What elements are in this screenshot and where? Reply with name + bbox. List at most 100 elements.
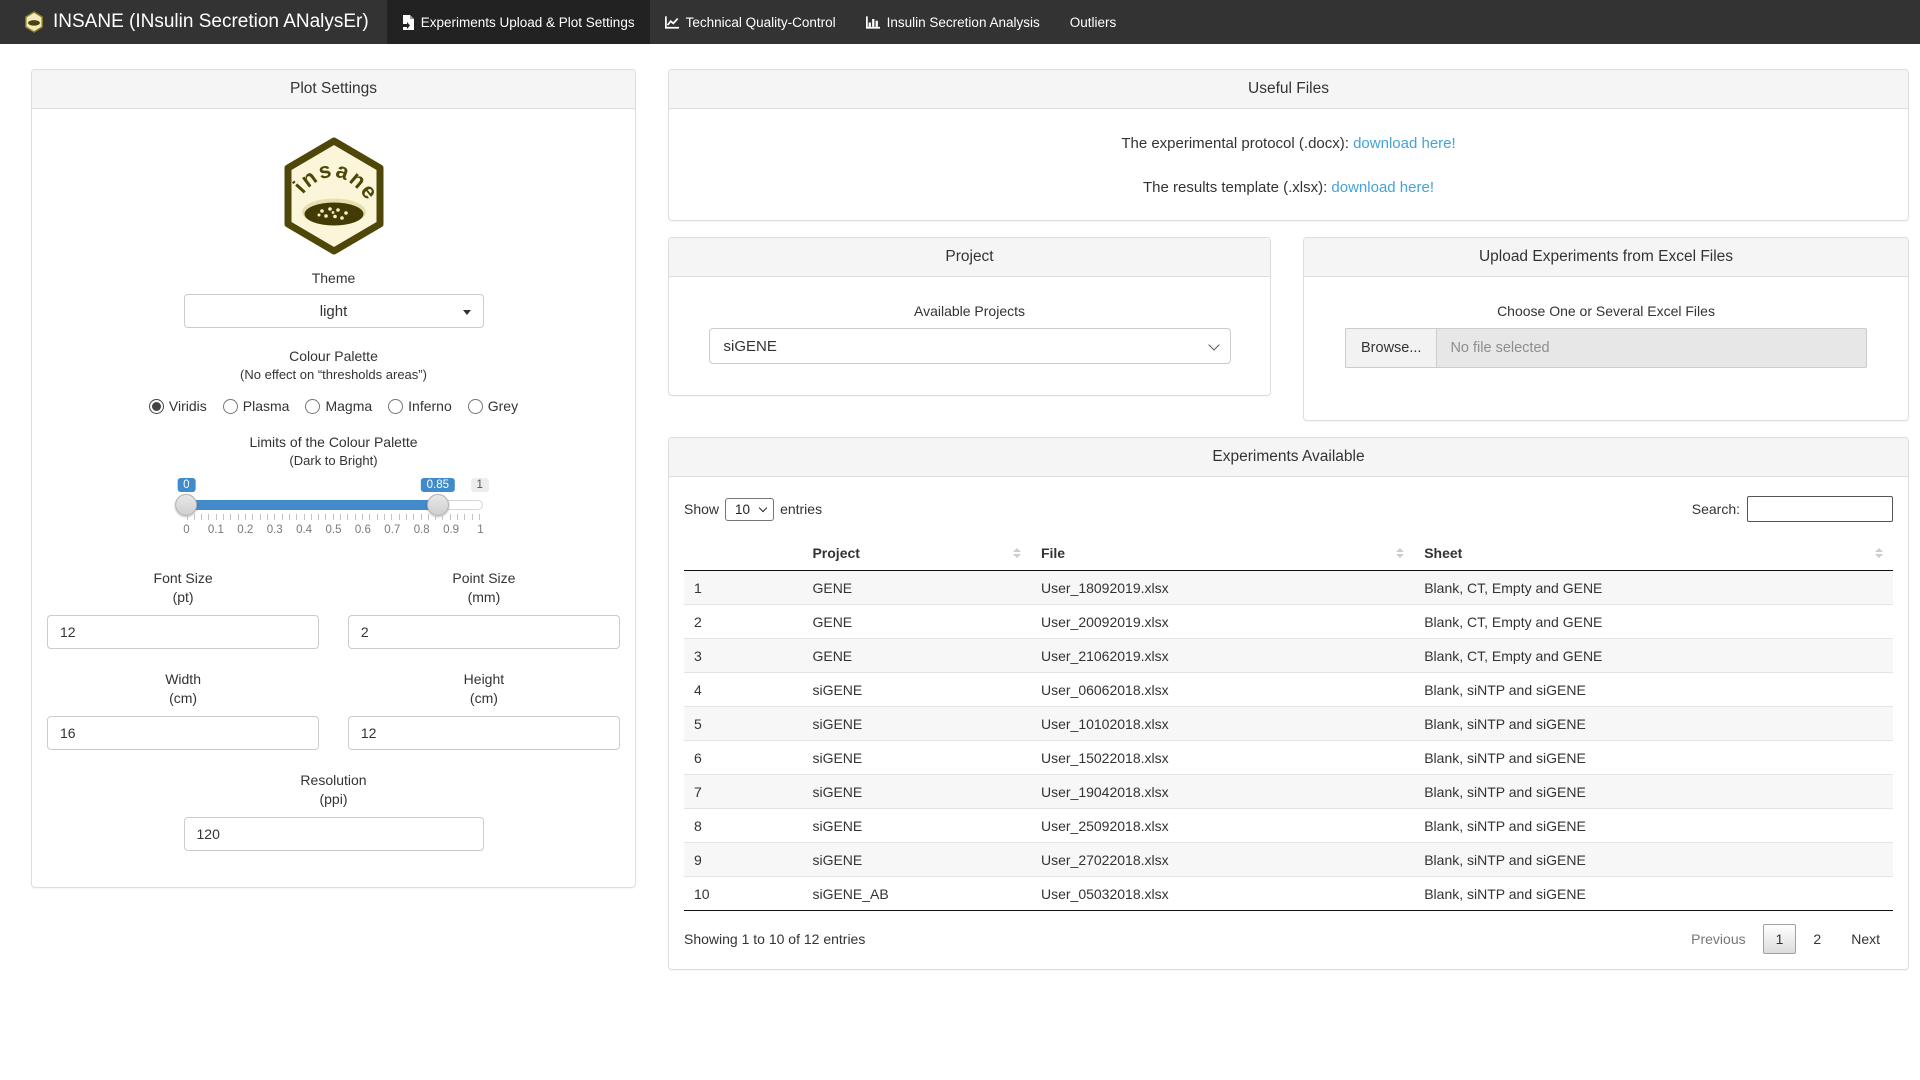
table-row[interactable]: 1GENEUser_18092019.xlsxBlank, CT, Empty … xyxy=(684,571,1893,605)
row-index-cell: 6 xyxy=(684,741,802,775)
font-size-field: Font Size (pt) xyxy=(47,570,319,649)
slider-max-value: 1 xyxy=(471,478,489,492)
header-index[interactable] xyxy=(684,536,802,571)
file-cell: User_15022018.xlsx xyxy=(1031,741,1414,775)
sort-icon xyxy=(1875,548,1883,558)
slider-tick-label: 0.8 xyxy=(414,524,430,536)
search-input[interactable] xyxy=(1747,496,1893,522)
caret-down-icon xyxy=(463,310,471,315)
resolution-unit: (ppi) xyxy=(184,791,484,807)
tab-technical-qc[interactable]: Technical Quality-Control xyxy=(650,0,851,44)
tab-outliers[interactable]: Outliers xyxy=(1055,0,1132,44)
page-2-button[interactable]: 2 xyxy=(1800,924,1834,954)
slider-tick-label: 0.5 xyxy=(326,524,342,536)
radio-grey[interactable]: Grey xyxy=(468,398,518,414)
theme-value: light xyxy=(320,303,348,320)
field-row-2: Width (cm) Height (cm) xyxy=(47,671,620,750)
row-index-cell: 3 xyxy=(684,639,802,673)
file-cell: User_10102018.xlsx xyxy=(1031,707,1414,741)
height-unit: (cm) xyxy=(348,690,620,706)
table-row[interactable]: 4siGENEUser_06062018.xlsxBlank, siNTP an… xyxy=(684,673,1893,707)
header-sheet-label: Sheet xyxy=(1424,545,1462,561)
table-row[interactable]: 9siGENEUser_27022018.xlsxBlank, siNTP an… xyxy=(684,843,1893,877)
limits-label: Limits of the Colour Palette xyxy=(47,434,620,450)
slider-tick-label: 1 xyxy=(477,524,483,536)
page-1-button[interactable]: 1 xyxy=(1763,924,1797,954)
previous-page-button[interactable]: Previous xyxy=(1678,924,1758,954)
table-row[interactable]: 8siGENEUser_25092018.xlsxBlank, siNTP an… xyxy=(684,809,1893,843)
sheet-cell: Blank, siNTP and siGENE xyxy=(1414,843,1893,877)
table-row[interactable]: 10siGENE_ABUser_05032018.xlsxBlank, siNT… xyxy=(684,877,1893,911)
header-project[interactable]: Project xyxy=(802,536,1031,571)
entries-label: entries xyxy=(780,501,822,517)
next-page-button[interactable]: Next xyxy=(1838,924,1893,954)
tab-insulin-analysis[interactable]: Insulin Secretion Analysis xyxy=(851,0,1055,44)
radio-viridis-input[interactable] xyxy=(149,399,164,414)
radio-label: Grey xyxy=(488,398,518,414)
template-line: The results template (.xlsx): download h… xyxy=(684,179,1893,196)
slider-tick-label: 0.6 xyxy=(355,524,371,536)
slider-handle-from[interactable] xyxy=(175,494,197,516)
table-search: Search: xyxy=(1692,496,1893,522)
row-index-cell: 10 xyxy=(684,877,802,911)
file-cell: User_06062018.xlsx xyxy=(1031,673,1414,707)
resolution-input[interactable] xyxy=(184,817,484,851)
tab-label: Insulin Secretion Analysis xyxy=(887,15,1040,30)
file-cell: User_19042018.xlsx xyxy=(1031,775,1414,809)
experiments-table: Project File Sheet xyxy=(684,536,1893,911)
project-select[interactable]: siGENE xyxy=(709,328,1231,364)
protocol-download-link[interactable]: download here! xyxy=(1353,135,1456,152)
width-unit: (cm) xyxy=(47,690,319,706)
table-controls: Show 10 entries Search: xyxy=(684,496,1893,522)
height-field: Height (cm) xyxy=(348,671,620,750)
file-cell: User_20092019.xlsx xyxy=(1031,605,1414,639)
upload-title: Upload Experiments from Excel Files xyxy=(1304,238,1908,277)
plot-settings-title: Plot Settings xyxy=(32,70,635,109)
radio-inferno-input[interactable] xyxy=(388,399,403,414)
font-size-input[interactable] xyxy=(47,615,319,649)
radio-magma-input[interactable] xyxy=(305,399,320,414)
tab-experiments-upload[interactable]: Experiments Upload & Plot Settings xyxy=(387,0,650,44)
height-input[interactable] xyxy=(348,716,620,750)
browse-button[interactable]: Browse... xyxy=(1346,329,1437,367)
protocol-line: The experimental protocol (.docx): downl… xyxy=(684,135,1893,152)
palette-radio-group: Viridis Plasma Magma Inferno xyxy=(47,398,620,414)
project-cell: siGENE_AB xyxy=(802,877,1031,911)
slider-to-value: 0.85 xyxy=(421,478,455,492)
radio-plasma-input[interactable] xyxy=(223,399,238,414)
header-sheet[interactable]: Sheet xyxy=(1414,536,1893,571)
font-size-label: Font Size xyxy=(47,570,319,586)
table-row[interactable]: 5siGENEUser_10102018.xlsxBlank, siNTP an… xyxy=(684,707,1893,741)
header-file[interactable]: File xyxy=(1031,536,1414,571)
point-size-input[interactable] xyxy=(348,615,620,649)
useful-files-panel: Useful Files The experimental protocol (… xyxy=(668,69,1909,221)
radio-viridis[interactable]: Viridis xyxy=(149,398,207,414)
radio-grey-input[interactable] xyxy=(468,399,483,414)
table-row[interactable]: 6siGENEUser_15022018.xlsxBlank, siNTP an… xyxy=(684,741,1893,775)
template-text: The results template (.xlsx): xyxy=(1143,179,1331,196)
table-row[interactable]: 3GENEUser_21062019.xlsxBlank, CT, Empty … xyxy=(684,639,1893,673)
slider-handle-to[interactable] xyxy=(427,494,449,516)
template-download-link[interactable]: download here! xyxy=(1331,179,1434,196)
table-row[interactable]: 7siGENEUser_19042018.xlsxBlank, siNTP an… xyxy=(684,775,1893,809)
file-cell: User_21062019.xlsx xyxy=(1031,639,1414,673)
row-index-cell: 7 xyxy=(684,775,802,809)
theme-label: Theme xyxy=(47,270,620,286)
radio-magma[interactable]: Magma xyxy=(305,398,372,414)
width-input[interactable] xyxy=(47,716,319,750)
page-length-select[interactable]: 10 xyxy=(725,498,774,521)
radio-inferno[interactable]: Inferno xyxy=(388,398,452,414)
upload-body: Choose One or Several Excel Files Browse… xyxy=(1304,277,1908,420)
table-row[interactable]: 2GENEUser_20092019.xlsxBlank, CT, Empty … xyxy=(684,605,1893,639)
theme-dropdown[interactable]: light xyxy=(184,294,484,328)
row-index-cell: 5 xyxy=(684,707,802,741)
sort-icon xyxy=(1013,548,1021,558)
sort-icon xyxy=(1396,548,1404,558)
project-body: Available Projects siGENE xyxy=(669,277,1270,395)
useful-files-title: Useful Files xyxy=(669,70,1908,109)
palette-limits-slider: 0 0.85 1 00.10.20.30.40.50.60.70.80.91 xyxy=(185,478,483,548)
slider-from-value: 0 xyxy=(177,478,195,492)
radio-plasma[interactable]: Plasma xyxy=(223,398,290,414)
file-selected-text: No file selected xyxy=(1437,329,1562,367)
project-panel: Project Available Projects siGENE xyxy=(668,237,1271,396)
